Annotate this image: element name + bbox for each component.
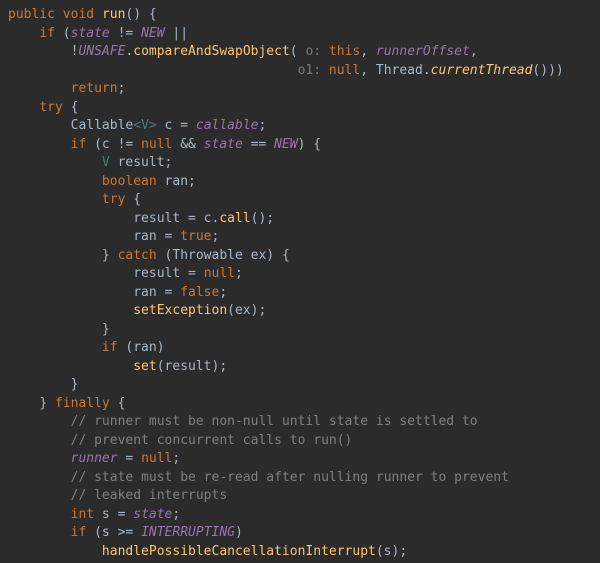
code-line: if (c != null && state == NEW) { <box>8 137 321 152</box>
code-line: !UNSAFE.compareAndSwapObject( o: this, r… <box>8 44 478 59</box>
code-line: try { <box>8 192 141 207</box>
code-line: boolean ran; <box>8 174 196 189</box>
code-line: return; <box>8 81 125 96</box>
code-line: V result; <box>8 155 172 170</box>
code-editor[interactable]: public void run() { if (state != NEW || … <box>0 0 600 563</box>
code-line: // state must be re-read after nulling r… <box>8 470 509 485</box>
code-line: } <box>8 322 110 337</box>
code-line: Callable<V> c = callable; <box>8 118 266 133</box>
code-line: } catch (Throwable ex) { <box>8 248 290 263</box>
code-line: } <box>8 377 78 392</box>
code-line: if (ran) <box>8 340 165 355</box>
code-line: ran = false; <box>8 285 227 300</box>
code-line: o1: null, Thread.currentThread())) <box>8 63 564 78</box>
code-line: // leaked interrupts <box>8 488 227 503</box>
code-line: set(result); <box>8 359 227 374</box>
code-line: } finally { <box>8 396 125 411</box>
code-line: handlePossibleCancellationInterrupt(s); <box>8 544 407 559</box>
code-line: if (s >= INTERRUPTING) <box>8 525 243 540</box>
code-line: if (state != NEW || <box>8 26 188 41</box>
code-line: ran = true; <box>8 229 219 244</box>
code-line: // prevent concurrent calls to run() <box>8 433 352 448</box>
code-line: int s = state; <box>8 507 180 522</box>
code-line: result = null; <box>8 266 243 281</box>
code-line: public void run() { <box>8 7 157 22</box>
code-line: try { <box>8 100 78 115</box>
code-line: setException(ex); <box>8 303 266 318</box>
code-line: result = c.call(); <box>8 211 274 226</box>
code-line: runner = null; <box>8 451 180 466</box>
code-line: // runner must be non-null until state i… <box>8 414 478 429</box>
